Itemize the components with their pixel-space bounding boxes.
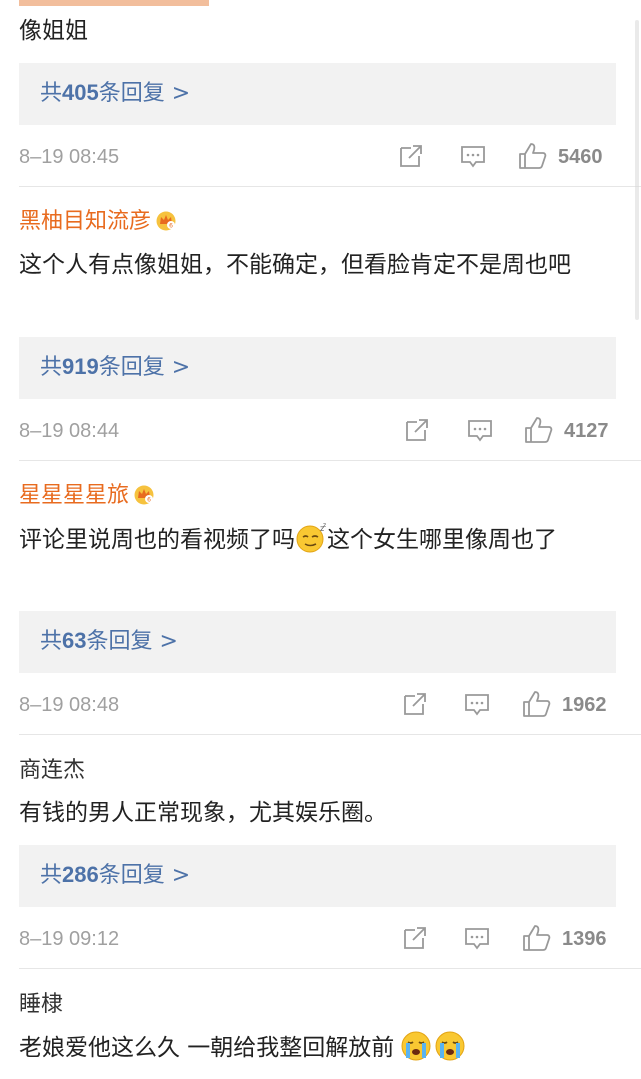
comment-time: 8–19 09:12 <box>19 928 120 950</box>
like-count: 1962 <box>562 694 607 716</box>
view-replies-link[interactable]: 共919条回复 > <box>40 352 190 383</box>
svg-text:6: 6 <box>169 223 173 230</box>
like-icon[interactable] <box>518 142 548 170</box>
view-replies-link[interactable]: 共63条回复 > <box>40 626 178 657</box>
comment-author[interactable]: 商连杰 <box>19 758 85 784</box>
divider <box>19 186 641 187</box>
comment-content: 有钱的男人正常现象，尤其娱乐圈。 <box>19 800 387 826</box>
cut-off-author-row <box>19 0 239 6</box>
comment-author[interactable]: 睡棣 <box>19 992 63 1018</box>
comment-icon[interactable] <box>464 926 490 952</box>
comment-content: 评论里说周也的看视频了吗 z z 这个女生哪里像周也了 <box>19 522 557 553</box>
like-icon[interactable] <box>524 416 554 444</box>
reply-box[interactable]: 共63条回复 > <box>19 611 616 673</box>
reply-box[interactable]: 共919条回复 > <box>19 337 616 399</box>
comment-icon[interactable] <box>464 692 490 718</box>
comment-icon[interactable] <box>467 418 493 444</box>
comment-content: 像姐姐 <box>19 18 88 44</box>
scrollbar[interactable] <box>635 20 639 320</box>
comment-content: 老娘爱他这么久 一朝给我整回解放前 <box>19 1030 619 1065</box>
comment-content: 这个人有点像姐姐，不能确定，但看脸肯定不是周也吧 <box>19 252 571 278</box>
crying-emoji <box>401 1031 431 1061</box>
divider <box>19 734 641 735</box>
like-icon[interactable] <box>522 690 552 718</box>
svg-text:6: 6 <box>147 497 151 504</box>
like-count: 4127 <box>564 420 609 442</box>
like-count: 1396 <box>562 928 607 950</box>
view-replies-link[interactable]: 共286条回复 > <box>40 860 190 891</box>
share-icon[interactable] <box>404 417 430 443</box>
comment-author[interactable]: 星星星星旅 6 <box>19 483 155 509</box>
reply-box[interactable]: 共405条回复 > <box>19 63 616 125</box>
comment-time: 8–19 08:48 <box>19 694 120 716</box>
share-icon[interactable] <box>402 925 428 951</box>
divider <box>19 460 641 461</box>
crying-emoji <box>435 1031 465 1061</box>
crown-badge-icon: 6 <box>134 485 154 505</box>
sleepy-emoji: zz <box>296 522 326 553</box>
reply-box[interactable]: 共286条回复 > <box>19 845 616 907</box>
comment-time: 8–19 08:44 <box>19 420 120 442</box>
crown-badge-icon: 6 <box>156 211 176 231</box>
like-icon[interactable] <box>522 924 552 952</box>
comment-author[interactable]: 黑柚目知流彦 6 <box>19 209 177 235</box>
comment-icon[interactable] <box>460 144 486 170</box>
share-icon[interactable] <box>398 143 424 169</box>
svg-text:z: z <box>323 522 326 529</box>
share-icon[interactable] <box>402 691 428 717</box>
view-replies-link[interactable]: 共405条回复 > <box>40 78 190 109</box>
like-count: 5460 <box>558 146 603 168</box>
divider <box>19 968 641 969</box>
comment-time: 8–19 08:45 <box>19 146 120 168</box>
